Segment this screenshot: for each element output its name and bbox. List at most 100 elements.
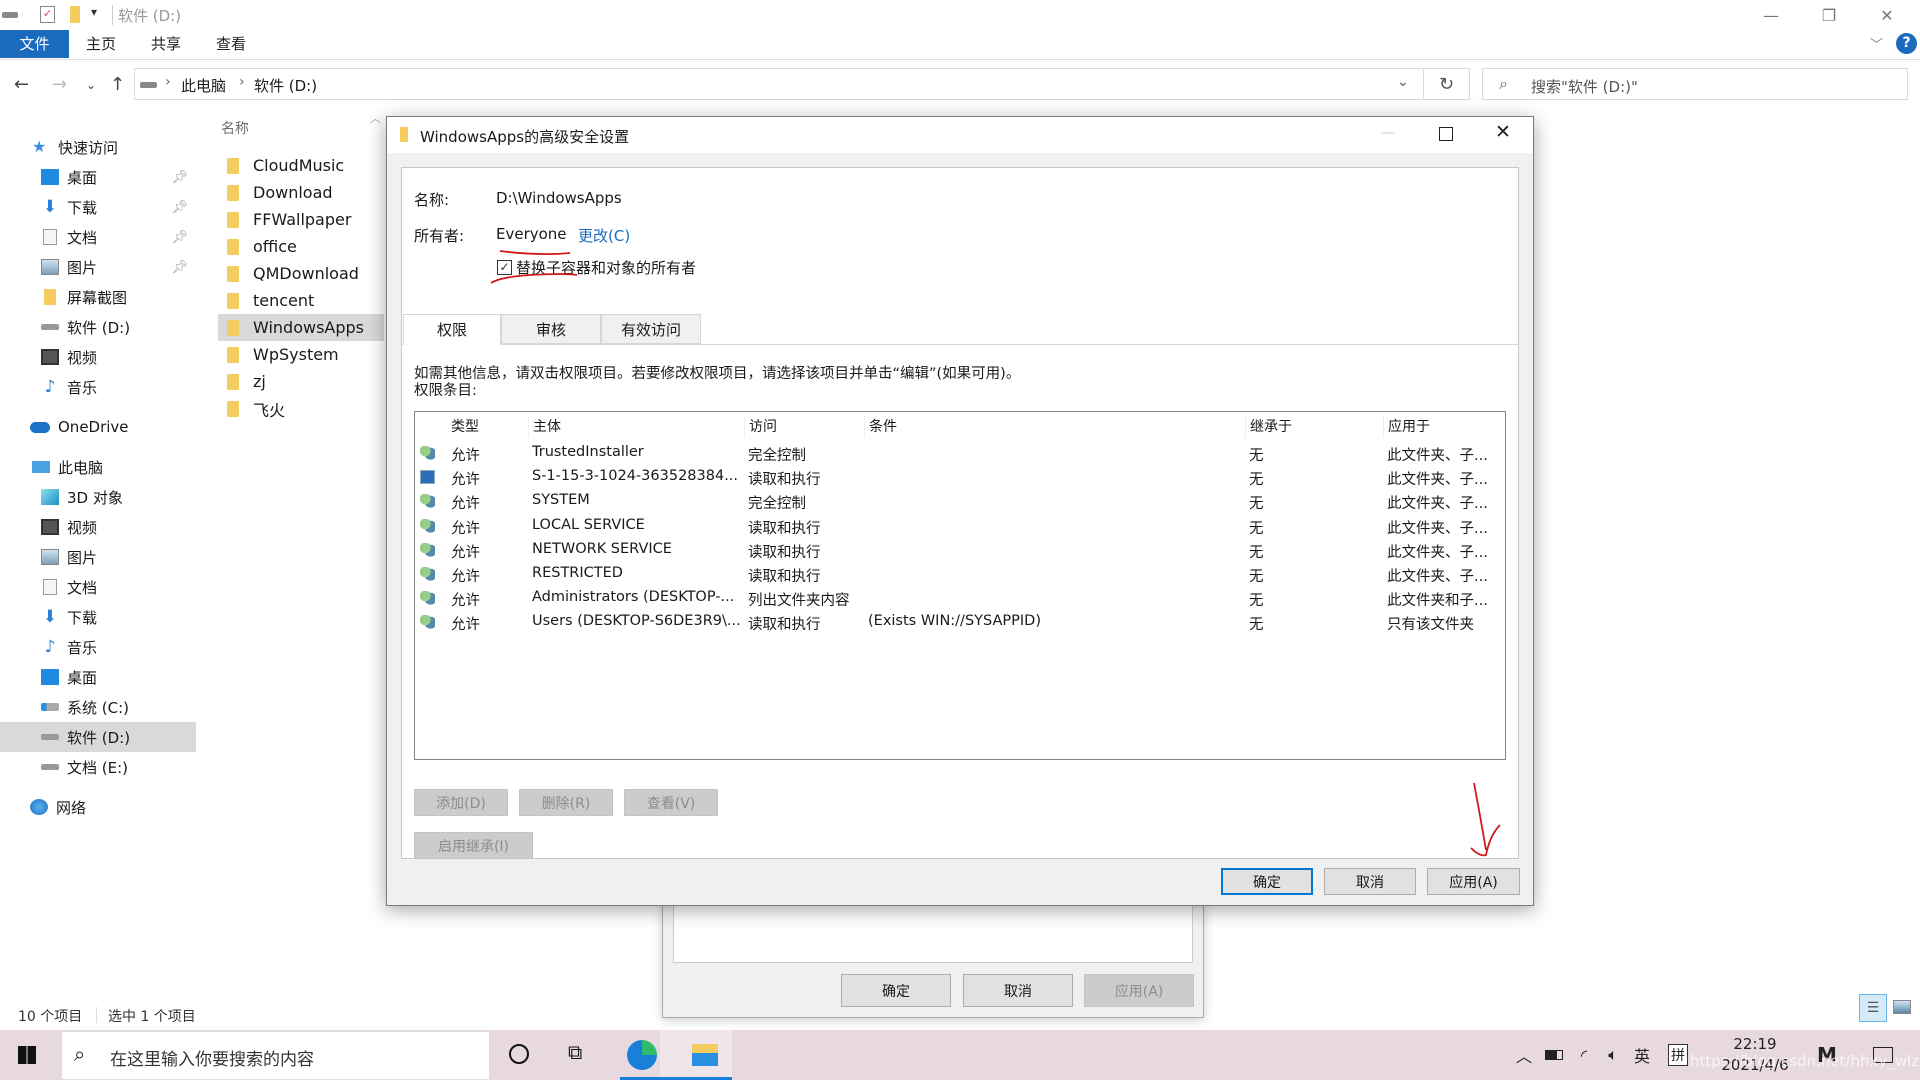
details-view-button[interactable]: ☰ [1859, 994, 1887, 1022]
show-hidden-icons[interactable]: ︿ [1512, 1030, 1536, 1080]
file-list-item[interactable]: WpSystem [218, 341, 384, 368]
sidebar-this-pc[interactable]: 此电脑 [0, 452, 196, 482]
restore-button[interactable]: ❐ [1800, 0, 1858, 30]
pin-icon[interactable]: 📌︎ [171, 260, 188, 275]
replace-owner-label[interactable]: 替换子容器和对象的所有者 [516, 257, 696, 278]
search-input[interactable]: ⌕ 搜索"软件 (D:)" [1482, 68, 1908, 100]
permission-entry-row[interactable]: 允许 S-1-15-3-1024-363528384... 读取和执行 无 此文件夹、子… [415, 466, 1505, 490]
sidebar-item-pictures[interactable]: 图片 [0, 542, 196, 572]
file-list-item[interactable]: FFWallpaper [218, 206, 384, 233]
sidebar-item-3d-objects[interactable]: 3D 对象 [0, 482, 196, 512]
tab-permissions[interactable]: 权限 [403, 314, 501, 345]
column-header-principal[interactable]: 主体 [528, 416, 561, 438]
apply-button[interactable]: 应用(A) [1427, 868, 1520, 895]
new-folder-icon[interactable] [70, 6, 80, 23]
tab-auditing[interactable]: 审核 [501, 314, 601, 344]
permission-entry-row[interactable]: 允许 RESTRICTED 读取和执行 无 此文件夹、子... [415, 563, 1505, 587]
permission-entry-row[interactable]: 允许 SYSTEM 完全控制 无 此文件夹、子... [415, 490, 1505, 514]
task-view-icon[interactable]: ⧉ [568, 1040, 582, 1064]
sidebar-item-drive-e[interactable]: 文档 (E:) [0, 752, 196, 782]
file-list-item[interactable]: QMDownload [218, 260, 384, 287]
properties-icon[interactable]: ✓ [40, 6, 55, 23]
tab-view[interactable]: 查看 [206, 30, 256, 58]
sidebar-onedrive[interactable]: OneDrive [0, 412, 196, 442]
minimize-button[interactable]: — [1742, 0, 1800, 30]
taskbar-search-input[interactable]: ⌕ 在这里输入你要搜索的内容 [61, 1031, 490, 1080]
tab-effective-access[interactable]: 有效访问 [601, 314, 701, 344]
expand-ribbon-icon[interactable]: ﹀ [1870, 34, 1883, 53]
refresh-button[interactable]: ↻ [1424, 68, 1470, 100]
dialog-title-bar[interactable]: WindowsApps的高级安全设置 — ✕ [387, 117, 1533, 153]
thumbnail-view-button[interactable] [1893, 1000, 1911, 1014]
sidebar-network[interactable]: 网络 [0, 792, 196, 822]
column-header-inherited-from[interactable]: 继承于 [1245, 416, 1292, 438]
sidebar-item-drive-c[interactable]: 系统 (C:) [0, 692, 196, 722]
sidebar-item-documents[interactable]: 文档 [0, 572, 196, 602]
sidebar-item-screenshots[interactable]: 屏幕截图 [0, 282, 196, 312]
permission-entry-row[interactable]: 允许 LOCAL SERVICE 读取和执行 无 此文件夹、子... [415, 515, 1505, 539]
file-list-item[interactable]: WindowsApps [218, 314, 384, 341]
edge-browser-icon[interactable] [627, 1040, 657, 1070]
change-owner-link[interactable]: 更改(C) [578, 225, 630, 246]
column-header-applies-to[interactable]: 应用于 [1383, 416, 1430, 438]
permission-entry-row[interactable]: 允许 NETWORK SERVICE 读取和执行 无 此文件夹、子... [415, 539, 1505, 563]
file-list-item[interactable]: zj [218, 368, 384, 395]
column-header-condition[interactable]: 条件 [864, 416, 897, 438]
tab-home[interactable]: 主页 [76, 30, 126, 58]
sidebar-item-desktop[interactable]: 桌面 [0, 662, 196, 692]
ime-mode[interactable]: 拼 [1666, 1030, 1690, 1080]
start-button[interactable] [18, 1046, 36, 1064]
maximize-button[interactable] [1439, 127, 1453, 141]
sidebar-item-desktop[interactable]: 桌面 📌︎ [0, 162, 196, 192]
sidebar-item-music[interactable]: ♪ 音乐 [0, 372, 196, 402]
back-arrow-icon[interactable]: ← [14, 74, 29, 95]
sidebar-quick-access[interactable]: ★ 快速访问 [0, 132, 196, 162]
permission-entry-row[interactable]: 允许 Users (DESKTOP-S6DE3R9\... 读取和执行 (Exists… [415, 611, 1505, 635]
ime-language[interactable]: 英 [1630, 1030, 1654, 1080]
column-header-name[interactable]: 名称 [221, 118, 249, 138]
close-button[interactable]: ✕ [1495, 121, 1511, 143]
permission-entries-list[interactable]: 类型 主体 访问 条件 继承于 应用于 允许 TrustedInstaller 完全… [414, 411, 1506, 760]
sidebar-item-videos[interactable]: 视频 [0, 512, 196, 542]
battery-icon[interactable] [1542, 1030, 1566, 1080]
sidebar-item-music[interactable]: ♪ 音乐 [0, 632, 196, 662]
replace-owner-checkbox[interactable]: ✓ [497, 260, 512, 275]
column-header-type[interactable]: 类型 [451, 416, 479, 438]
breadcrumb-this-pc[interactable]: 此电脑 [181, 75, 226, 96]
breadcrumb-drive-d[interactable]: 软件 (D:) [254, 75, 317, 96]
tab-file[interactable]: 文件 [0, 30, 69, 58]
properties-ok-button[interactable]: 确定 [841, 974, 951, 1007]
sidebar-item-downloads[interactable]: ⬇ 下载 [0, 602, 196, 632]
up-arrow-icon[interactable]: ↑ [110, 74, 125, 95]
customize-toolbar-icon[interactable]: ▾ [91, 5, 97, 19]
file-list-item[interactable]: office [218, 233, 384, 260]
chevron-right-icon[interactable]: › [239, 74, 245, 90]
sidebar-item-videos[interactable]: 视频 [0, 342, 196, 372]
address-dropdown-icon[interactable]: ⌄ [1397, 74, 1409, 90]
volume-icon[interactable]: 🔈︎ [1600, 1030, 1626, 1080]
file-list-item[interactable]: Download [218, 179, 384, 206]
wifi-icon[interactable]: ◜ [1572, 1030, 1596, 1080]
pin-icon[interactable]: 📌︎ [171, 200, 188, 215]
cancel-button[interactable]: 取消 [1324, 868, 1416, 895]
forward-arrow-icon[interactable]: → [52, 74, 67, 95]
file-list-item[interactable]: 飞火 [218, 395, 384, 422]
properties-cancel-button[interactable]: 取消 [963, 974, 1073, 1007]
permission-entry-row[interactable]: 允许 Administrators (DESKTOP-... 列出文件夹内容 无 此文件… [415, 587, 1505, 611]
sort-ascending-icon[interactable]: ︿ [370, 110, 381, 126]
sidebar-item-drive-d[interactable]: 软件 (D:) [0, 722, 196, 752]
sidebar-item-pictures[interactable]: 图片 📌︎ [0, 252, 196, 282]
tab-share[interactable]: 共享 [141, 30, 191, 58]
file-list-item[interactable]: CloudMusic [218, 152, 384, 179]
sidebar-item-downloads[interactable]: ⬇ 下载 📌︎ [0, 192, 196, 222]
recent-locations-icon[interactable]: ⌄ [86, 78, 96, 92]
file-list-item[interactable]: tencent [218, 287, 384, 314]
column-header-access[interactable]: 访问 [744, 416, 777, 438]
cortana-icon[interactable] [509, 1044, 529, 1064]
sidebar-item-drive-d[interactable]: 软件 (D:) [0, 312, 196, 342]
close-button[interactable]: ✕ [1858, 0, 1916, 30]
sidebar-item-documents[interactable]: 文档 📌︎ [0, 222, 196, 252]
chevron-right-icon[interactable]: › [165, 74, 171, 90]
ok-button[interactable]: 确定 [1221, 868, 1313, 895]
address-bar[interactable]: › 此电脑 › 软件 (D:) ⌄ [134, 68, 1424, 100]
